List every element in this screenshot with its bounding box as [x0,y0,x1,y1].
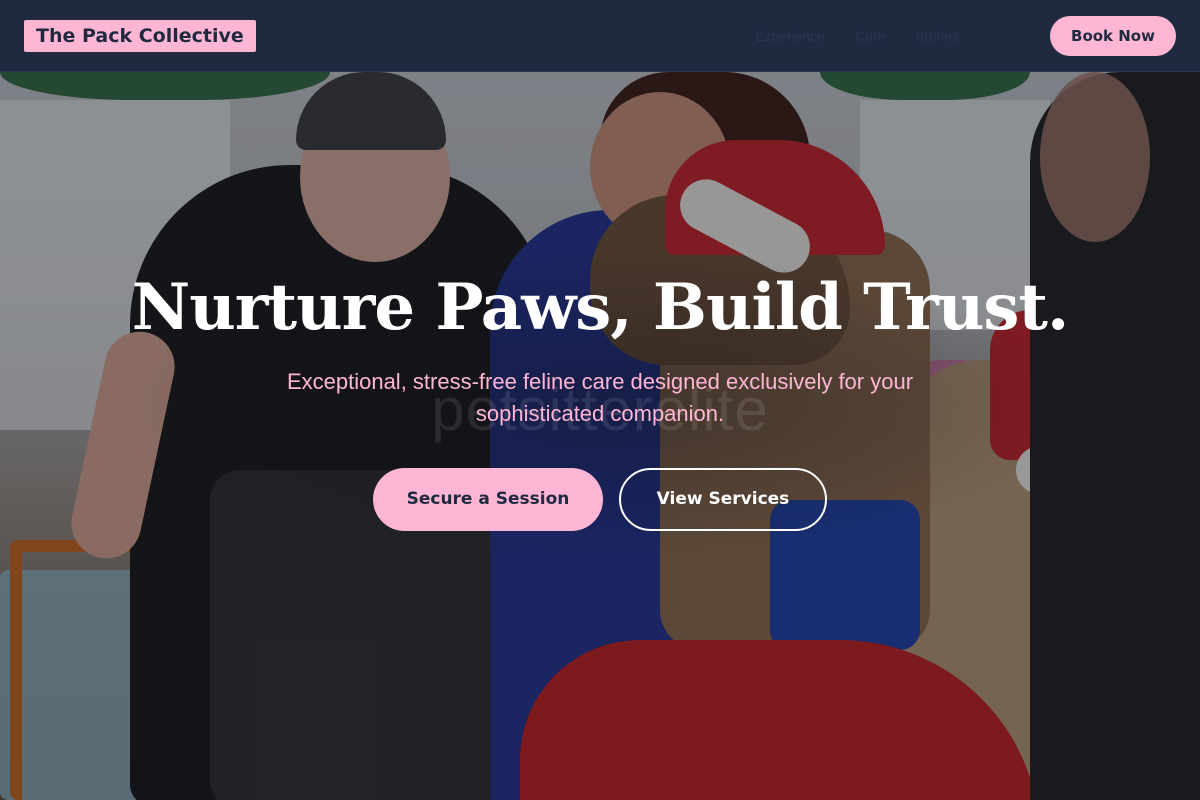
main-nav: Experience Care Stories [755,24,959,48]
view-services-button[interactable]: View Services [619,468,827,531]
hero-title: Nurture Paws, Build Trust. [131,270,1070,345]
brand-logo[interactable]: The Pack Collective [24,20,256,52]
nav-link-experience[interactable]: Experience [755,24,825,48]
hero-subtitle: Exceptional, stress-free feline care des… [286,369,914,426]
secure-session-button[interactable]: Secure a Session [373,468,603,531]
nav-link-care[interactable]: Care [855,24,885,48]
nav-link-stories[interactable]: Stories [915,24,959,48]
site-header: The Pack Collective Experience Care Stor… [0,0,1200,72]
book-now-button[interactable]: Book Now [1050,16,1176,56]
